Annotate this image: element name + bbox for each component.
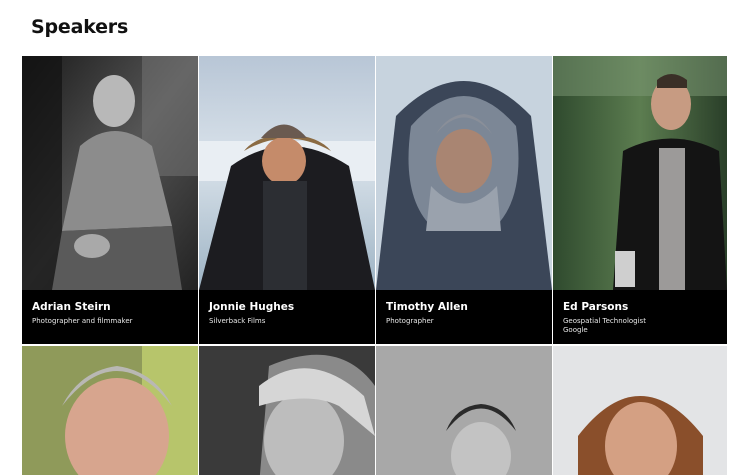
speaker-name[interactable]: Jonnie Hughes xyxy=(209,301,375,314)
speaker-caption: Jonnie Hughes Silverback Films xyxy=(199,290,375,344)
speaker-photo[interactable] xyxy=(376,346,552,475)
speaker-photo[interactable] xyxy=(553,346,727,475)
speaker-card-timothy-allen[interactable]: Timothy Allen Photographer xyxy=(376,56,552,344)
speaker-role: Photographer and filmmaker xyxy=(32,317,133,325)
speaker-name[interactable]: Adrian Steirn xyxy=(32,301,198,314)
speaker-photo[interactable] xyxy=(199,346,375,475)
page-title: Speakers xyxy=(31,16,129,38)
speaker-card-adrian-steirn[interactable]: Adrian Steirn Photographer and filmmaker xyxy=(22,56,198,344)
speaker-photo[interactable] xyxy=(22,56,198,290)
speaker-photo[interactable] xyxy=(22,346,198,475)
speaker-card-row2-1[interactable] xyxy=(22,346,198,475)
speakers-grid: Adrian Steirn Photographer and filmmaker xyxy=(22,56,728,475)
speaker-card-jonnie-hughes[interactable]: Jonnie Hughes Silverback Films xyxy=(199,56,375,344)
speaker-role: Photographer xyxy=(386,317,434,325)
speaker-caption: Adrian Steirn Photographer and filmmaker xyxy=(22,290,198,344)
speaker-card-row2-3[interactable] xyxy=(376,346,552,475)
speaker-caption: Timothy Allen Photographer xyxy=(376,290,552,344)
speaker-name[interactable]: Ed Parsons xyxy=(563,301,727,314)
speaker-photo[interactable] xyxy=(376,56,552,290)
speaker-org: Google xyxy=(563,326,588,334)
speaker-caption: Ed Parsons Geospatial Technologist Googl… xyxy=(553,290,727,344)
speaker-name[interactable]: Timothy Allen xyxy=(386,301,552,314)
speaker-photo[interactable] xyxy=(553,56,727,290)
speaker-card-row2-2[interactable] xyxy=(199,346,375,475)
speaker-card-row2-4[interactable] xyxy=(553,346,727,475)
speakers-page: Speakers Adrian Steirn Photographer and … xyxy=(0,0,750,475)
speaker-card-ed-parsons[interactable]: Ed Parsons Geospatial Technologist Googl… xyxy=(553,56,727,344)
speaker-role: Silverback Films xyxy=(209,317,266,325)
speaker-photo[interactable] xyxy=(199,56,375,290)
speaker-role: Geospatial Technologist xyxy=(563,317,646,325)
